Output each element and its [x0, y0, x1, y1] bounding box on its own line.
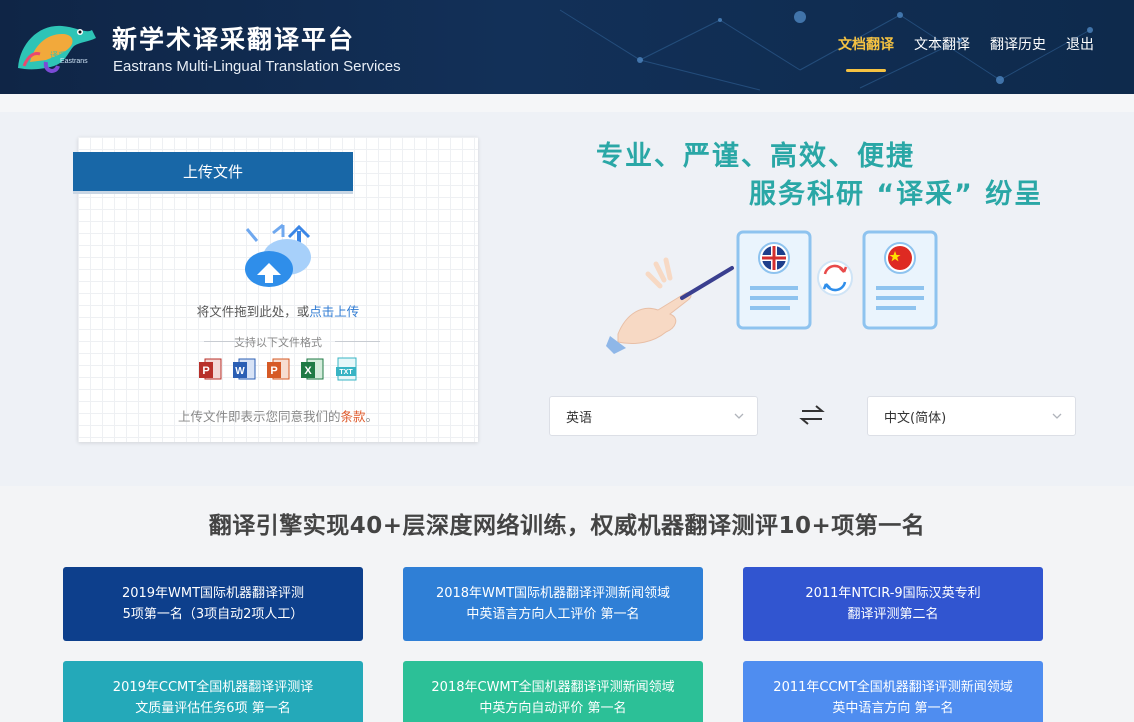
pdf-icon: P — [199, 358, 222, 380]
terms-text: 上传文件即表示您同意我们的 — [177, 409, 341, 424]
award-line-2: 中英语言方向人工评价 第一名 — [466, 607, 640, 622]
award-card: 2011年CCMT全国机器翻译评测新闻领域 英中语言方向 第一名 — [743, 661, 1043, 722]
target-language-value: 中文(简体) — [884, 410, 947, 426]
chameleon-logo — [18, 25, 96, 73]
award-line-2: 中英方向自动评价 第一名 — [479, 701, 627, 716]
svg-text:TXT: TXT — [339, 369, 353, 376]
cloud-upload-icon — [245, 223, 311, 287]
target-language-select[interactable]: 中文(简体) — [867, 396, 1076, 436]
click-upload-link[interactable]: 点击上传 — [309, 304, 359, 319]
svg-text:W: W — [235, 366, 245, 377]
formats-label: 支持以下文件格式 — [78, 334, 478, 350]
award-line-2: 5项第一名（3项自动2项人工） — [122, 607, 304, 622]
powerpoint-icon: P — [267, 358, 290, 380]
drop-text: 将文件拖到此处，或 — [196, 304, 310, 319]
award-card: 2019年WMT国际机器翻译评测 5项第一名（3项自动2项人工） — [63, 567, 363, 641]
uk-flag-icon — [762, 246, 786, 270]
upload-header: 上传文件 — [73, 152, 353, 194]
hero-section: 上传文件 将文件拖到此处，或点击上传 支持以下文件格式 P W P X TXT … — [0, 94, 1134, 486]
china-flag-icon — [888, 246, 912, 270]
top-header: 译采 Eastrans 新学术译采翻译平台 Eastrans Multi-Lin… — [0, 0, 1134, 94]
supported-formats: P W P X TXT — [197, 356, 359, 382]
award-line-1: 2018年CWMT全国机器翻译评测新闻领域 — [431, 680, 675, 695]
hero-top-strip — [0, 94, 1134, 112]
excel-icon: X — [301, 358, 324, 380]
drop-instruction: 将文件拖到此处，或点击上传 — [78, 301, 478, 320]
chevron-down-icon — [1052, 413, 1062, 419]
word-icon: W — [233, 358, 256, 380]
award-line-1: 2019年CCMT全国机器翻译评测译 — [112, 680, 314, 695]
logo-subtext: Eastrans — [60, 58, 88, 65]
terms-end: 。 — [365, 409, 379, 424]
platform-subtitle: Eastrans Multi-Lingual Translation Servi… — [113, 58, 401, 75]
award-line-2: 翻译评测第二名 — [847, 607, 939, 622]
svg-text:P: P — [202, 365, 209, 377]
upload-dropzone[interactable]: 上传文件 将文件拖到此处，或点击上传 支持以下文件格式 P W P X TXT … — [73, 137, 478, 442]
svg-text:X: X — [304, 365, 312, 377]
txt-icon: TXT — [336, 357, 357, 381]
terms-link[interactable]: 条款 — [340, 409, 365, 424]
nav-translation-history[interactable]: 翻译历史 — [990, 34, 1046, 72]
svg-text:P: P — [270, 365, 277, 377]
translation-illustration — [606, 230, 938, 354]
nav-document-translation[interactable]: 文档翻译 — [838, 34, 894, 72]
slogan-line-2: 服务科研 “译采” 纷呈 — [749, 179, 1044, 210]
award-card: 2018年CWMT全国机器翻译评测新闻领域 中英方向自动评价 第一名 — [403, 661, 703, 722]
platform-title: 新学术译采翻译平台 — [112, 25, 356, 54]
award-line-2: 文质量评估任务6项 第一名 — [135, 701, 291, 716]
award-line-1: 2018年WMT国际机器翻译评测新闻领域 — [435, 586, 671, 601]
award-card: 2019年CCMT全国机器翻译评测译 文质量评估任务6项 第一名 — [63, 661, 363, 722]
slogan-line-1: 专业、严谨、高效、便捷 — [596, 141, 915, 172]
award-card: 2011年NTCIR-9国际汉英专利 翻译评测第二名 — [743, 567, 1043, 641]
award-card: 2018年WMT国际机器翻译评测新闻领域 中英语言方向人工评价 第一名 — [403, 567, 703, 641]
swap-languages-icon[interactable] — [798, 403, 826, 427]
award-line-1: 2019年WMT国际机器翻译评测 — [121, 586, 305, 601]
award-line-2: 英中语言方向 第一名 — [832, 701, 954, 716]
source-language-value: 英语 — [566, 410, 593, 426]
source-language-select[interactable]: 英语 — [549, 396, 758, 436]
terms-notice: 上传文件即表示您同意我们的条款。 — [78, 406, 478, 425]
main-nav: 文档翻译 文本翻译 翻译历史 退出 — [838, 34, 1094, 72]
award-line-1: 2011年CCMT全国机器翻译评测新闻领域 — [773, 680, 1013, 695]
chevron-down-icon — [734, 413, 744, 419]
award-line-1: 2011年NTCIR-9国际汉英专利 — [805, 586, 981, 601]
awards-heading: 翻译引擎实现40+层深度网络训练，权威机器翻译测评10+项第一名 — [208, 513, 926, 539]
nav-text-translation[interactable]: 文本翻译 — [914, 34, 970, 72]
nav-logout[interactable]: 退出 — [1066, 34, 1094, 72]
